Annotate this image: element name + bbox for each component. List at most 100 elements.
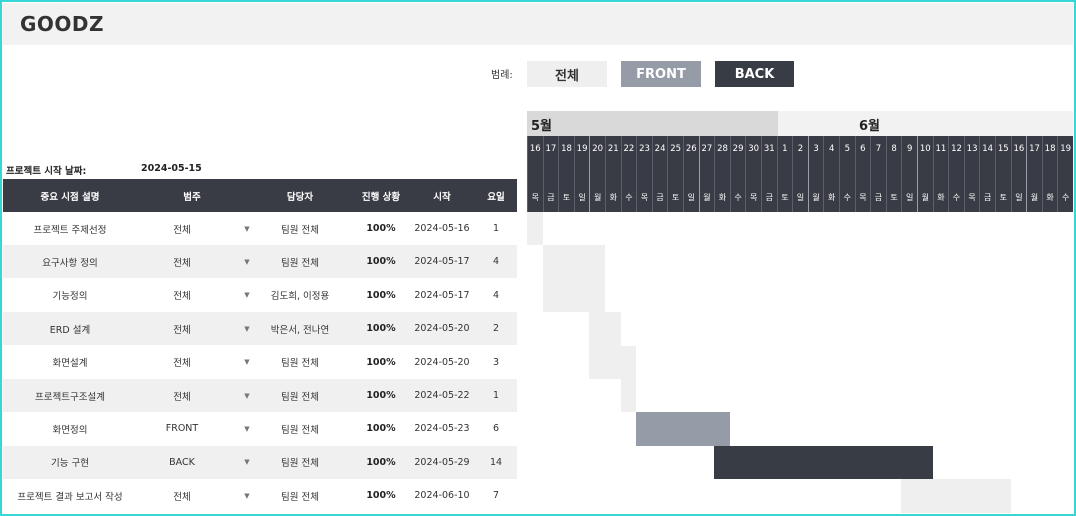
day-weekday: 금 [984, 193, 992, 202]
day-number: 17 [1029, 144, 1040, 154]
gantt-bar [901, 479, 1011, 513]
header-progress: 진행 상황 [361, 191, 401, 203]
day-weekday: 화 [937, 193, 945, 202]
header-description: 중요 시점 설명 [40, 191, 100, 203]
legend-back-button[interactable]: BACK [715, 61, 794, 87]
category-dropdown-icon[interactable]: ▼ [242, 379, 252, 412]
week-separator [589, 136, 591, 212]
row-start-date: 2024-05-20 [414, 356, 470, 368]
day-number: 5 [844, 144, 850, 154]
row-category[interactable]: BACK [137, 446, 227, 479]
row-days: 7 [492, 490, 500, 502]
day-column: 26 일 [683, 136, 699, 212]
day-weekday: 일 [578, 193, 586, 202]
day-column: 17 금 [542, 136, 559, 212]
row-start-date: 2024-05-17 [414, 256, 470, 268]
table-row: 화면정의 FRONT 팀원 전체 100% 2024-05-23 6 ▼ [3, 412, 517, 445]
row-description: 프로젝트 결과 보고서 작성 [17, 491, 123, 503]
day-weekday: 월 [1030, 193, 1039, 202]
day-weekday: 화 [1046, 193, 1054, 202]
app-header: GOODZ [3, 3, 1073, 45]
legend-front-button[interactable]: FRONT [621, 61, 701, 87]
day-column: 25 토 [667, 136, 683, 212]
day-column: 13 목 [963, 136, 980, 212]
gantt-bar [636, 412, 730, 446]
day-weekday: 화 [718, 193, 727, 202]
row-progress: 100% [366, 490, 396, 502]
day-weekday: 화 [828, 193, 836, 202]
day-number: 9 [906, 144, 913, 154]
month-label-june: 6월 [859, 119, 881, 134]
project-start-value[interactable]: 2024-05-15 [141, 163, 202, 174]
day-weekday: 목 [968, 193, 976, 202]
row-category[interactable]: FRONT [137, 412, 227, 445]
row-category[interactable]: 전체 [137, 346, 227, 379]
category-dropdown-icon[interactable]: ▼ [242, 446, 252, 479]
day-number: 10 [919, 144, 931, 154]
day-weekday: 수 [734, 193, 742, 202]
row-days: 6 [492, 423, 500, 435]
row-owner: 박은서, 전나연 [270, 324, 330, 336]
table-row: 프로젝트 주제선정 전체 팀원 전체 100% 2024-05-16 1 ▼ [3, 212, 517, 245]
day-column: 31 금 [761, 136, 777, 212]
day-column: 3월 [807, 136, 824, 212]
day-weekday: 수 [1062, 193, 1070, 202]
day-weekday: 일 [687, 193, 695, 202]
category-dropdown-icon[interactable]: ▼ [242, 279, 252, 312]
day-number: 30 [748, 144, 760, 154]
category-dropdown-icon[interactable]: ▼ [242, 312, 252, 345]
row-description: 기능정의 [52, 291, 88, 303]
day-number: 12 [951, 144, 962, 154]
day-column: 12 수 [948, 136, 964, 212]
day-column: 11 화 [932, 136, 949, 212]
row-start-date: 2024-05-22 [414, 390, 470, 401]
row-days: 4 [492, 289, 500, 301]
day-column: 8토 [885, 136, 902, 212]
day-number: 19 [576, 144, 588, 154]
gantt-bar [620, 379, 637, 413]
category-dropdown-icon[interactable]: ▼ [242, 479, 252, 512]
gantt-bar [714, 445, 933, 480]
day-number: 20 [592, 144, 604, 154]
week-separator [917, 136, 918, 212]
day-number: 4 [828, 144, 835, 154]
category-dropdown-icon[interactable]: ▼ [242, 346, 252, 379]
table-row: 기능정의 전체 김도희, 이정용 100% 2024-05-17 4 ▼ [3, 279, 517, 312]
day-column: 27 월 [698, 136, 715, 212]
row-category[interactable]: 전체 [137, 312, 227, 345]
legend-all-button[interactable]: 전체 [527, 61, 607, 87]
row-start-date: 2024-05-16 [414, 223, 470, 234]
week-separator [698, 136, 700, 212]
day-column: 23 목 [636, 136, 652, 212]
day-number: 7 [875, 144, 882, 154]
day-weekday: 토 [562, 193, 571, 202]
day-column: 10 월 [917, 136, 933, 212]
row-category[interactable]: 전체 [137, 379, 227, 412]
category-dropdown-icon[interactable]: ▼ [242, 245, 252, 278]
day-weekday: 목 [531, 193, 539, 202]
gantt-bar [542, 245, 605, 279]
day-column: 16 일 [1010, 136, 1027, 212]
row-category[interactable]: 전체 [137, 479, 227, 512]
row-progress: 100% [366, 256, 396, 268]
day-column: 28 화 [714, 136, 730, 212]
row-category[interactable]: 전체 [137, 212, 227, 245]
day-number: 27 [701, 144, 713, 154]
day-weekday: 월 [921, 193, 929, 202]
day-number: 21 [607, 144, 619, 154]
row-category[interactable]: 전체 [137, 245, 227, 278]
month-may: 5월 [527, 111, 778, 136]
row-category[interactable]: 전체 [137, 279, 227, 312]
row-start-date: 2024-05-17 [414, 289, 470, 301]
day-number: 3 [813, 144, 819, 154]
category-dropdown-icon[interactable]: ▼ [242, 212, 252, 245]
day-weekday: 화 [609, 193, 617, 202]
row-progress: 100% [366, 423, 396, 435]
day-weekday: 월 [703, 193, 711, 202]
row-owner: 팀원 전체 [281, 257, 319, 269]
gantt-bar [542, 278, 605, 313]
day-weekday: 월 [594, 193, 602, 202]
day-column: 17 월 [1026, 136, 1042, 212]
category-dropdown-icon[interactable]: ▼ [242, 412, 252, 445]
row-owner: 팀원 전체 [281, 391, 319, 403]
